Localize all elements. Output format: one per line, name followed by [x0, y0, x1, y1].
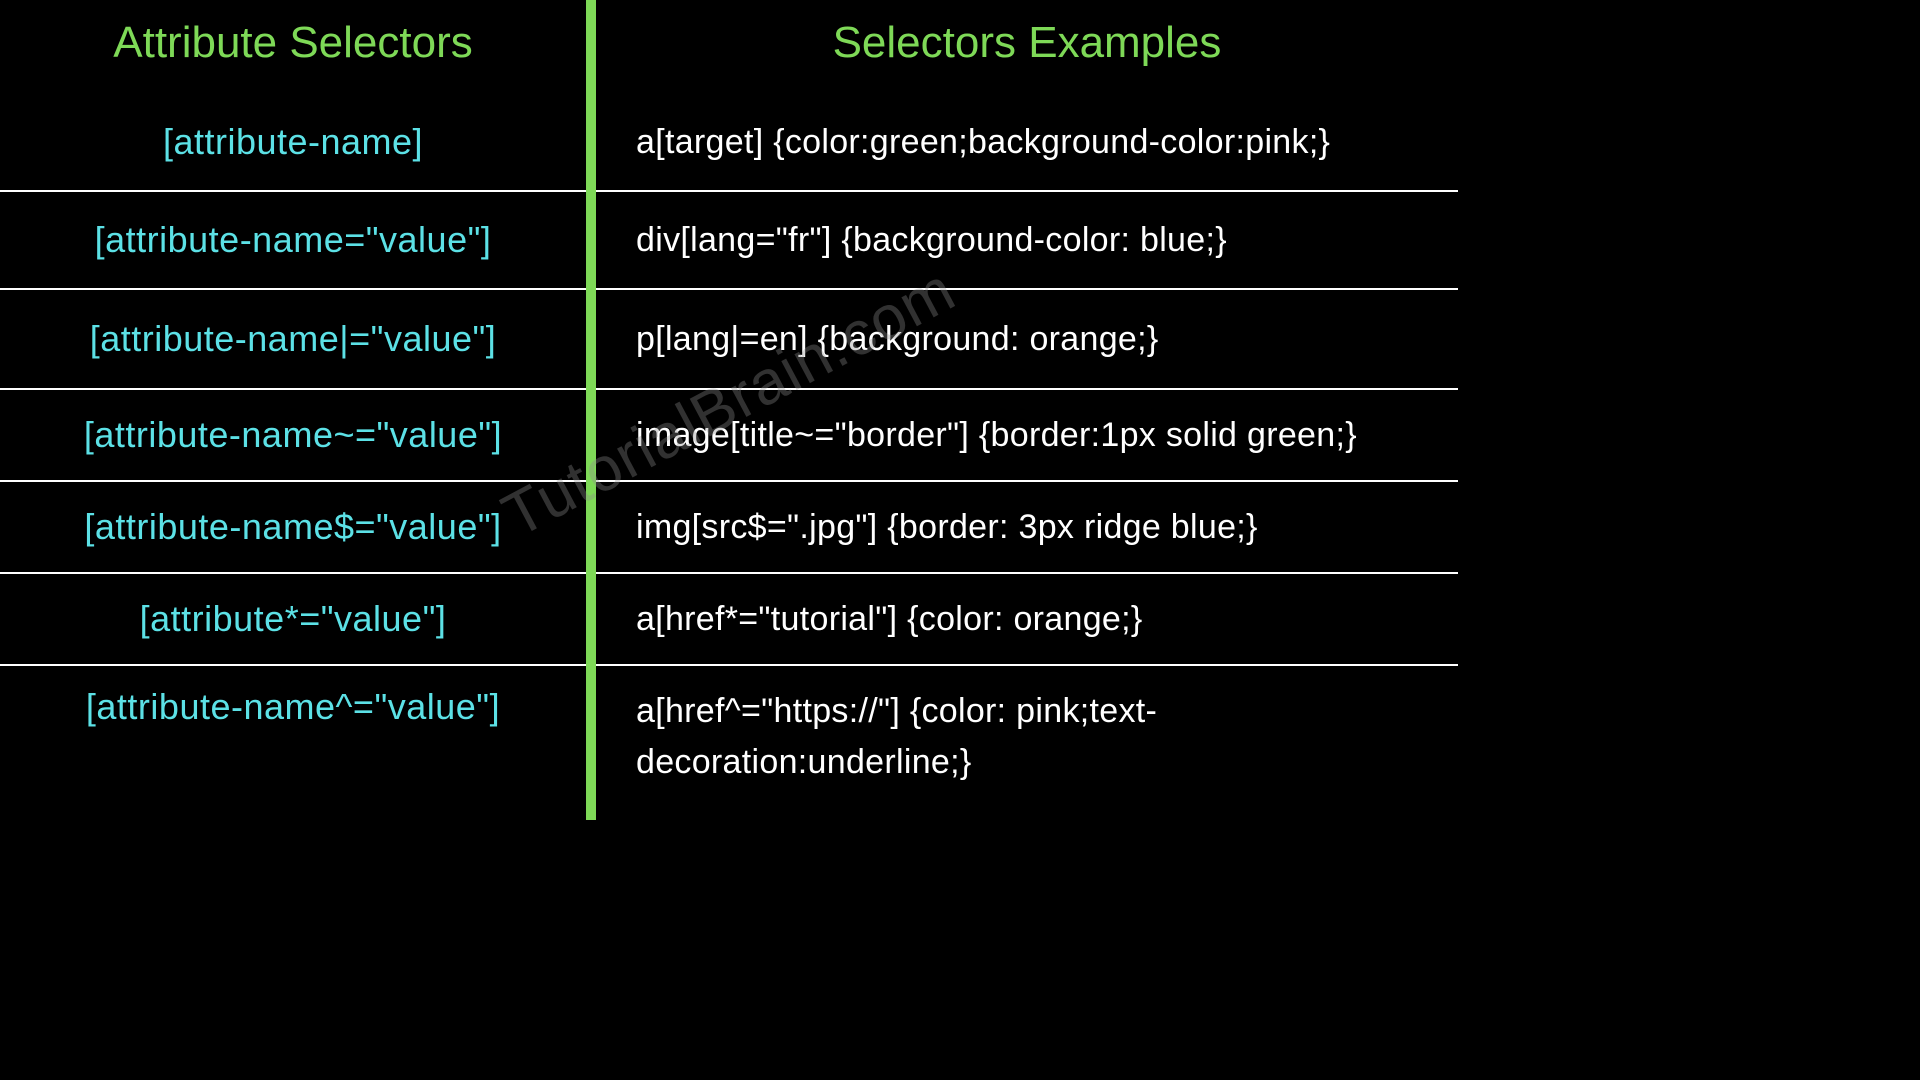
table-row: div[lang="fr"] {background-color: blue;} [596, 192, 1458, 290]
selector-example: image[title~="border"] {border:1px solid… [636, 410, 1357, 461]
table-row: a[href*="tutorial"] {color: orange;} [596, 574, 1458, 666]
selector-syntax: [attribute-name^="value"] [86, 686, 500, 728]
table-row: [attribute-name="value"] [0, 192, 586, 290]
table-row: p[lang|=en] {background: orange;} [596, 290, 1458, 390]
selector-syntax: [attribute-name~="value"] [84, 414, 502, 456]
table-row: a[href^="https://"] {color: pink;text-de… [596, 666, 1458, 806]
right-header: Selectors Examples [596, 0, 1458, 94]
table-row: [attribute*="value"] [0, 574, 586, 666]
selector-syntax: [attribute*="value"] [140, 598, 447, 640]
selectors-column: Attribute Selectors [attribute-name] [at… [0, 0, 586, 820]
table-row: image[title~="border"] {border:1px solid… [596, 390, 1458, 482]
left-header: Attribute Selectors [0, 0, 586, 94]
selector-example: a[href^="https://"] {color: pink;text-de… [636, 686, 1428, 788]
table-row: [attribute-name|="value"] [0, 290, 586, 390]
table-row: [attribute-name] [0, 94, 586, 192]
selector-syntax: [attribute-name="value"] [95, 219, 492, 261]
selector-example: div[lang="fr"] {background-color: blue;} [636, 215, 1227, 266]
table-row: img[src$=".jpg"] {border: 3px ridge blue… [596, 482, 1458, 574]
selector-syntax: [attribute-name$="value"] [84, 506, 501, 548]
table-row: [attribute-name$="value"] [0, 482, 586, 574]
table-row: a[target] {color:green;background-color:… [596, 94, 1458, 192]
selector-syntax: [attribute-name|="value"] [90, 318, 497, 360]
examples-column: Selectors Examples a[target] {color:gree… [596, 0, 1458, 820]
table-row: [attribute-name~="value"] [0, 390, 586, 482]
table-row: [attribute-name^="value"] [0, 666, 586, 806]
selector-example: img[src$=".jpg"] {border: 3px ridge blue… [636, 502, 1258, 553]
selector-example: a[href*="tutorial"] {color: orange;} [636, 594, 1143, 645]
selector-example: a[target] {color:green;background-color:… [636, 117, 1330, 168]
selector-example: p[lang|=en] {background: orange;} [636, 314, 1159, 365]
selector-syntax: [attribute-name] [163, 121, 423, 163]
vertical-divider [586, 0, 596, 820]
selectors-table: Attribute Selectors [attribute-name] [at… [0, 0, 1458, 820]
